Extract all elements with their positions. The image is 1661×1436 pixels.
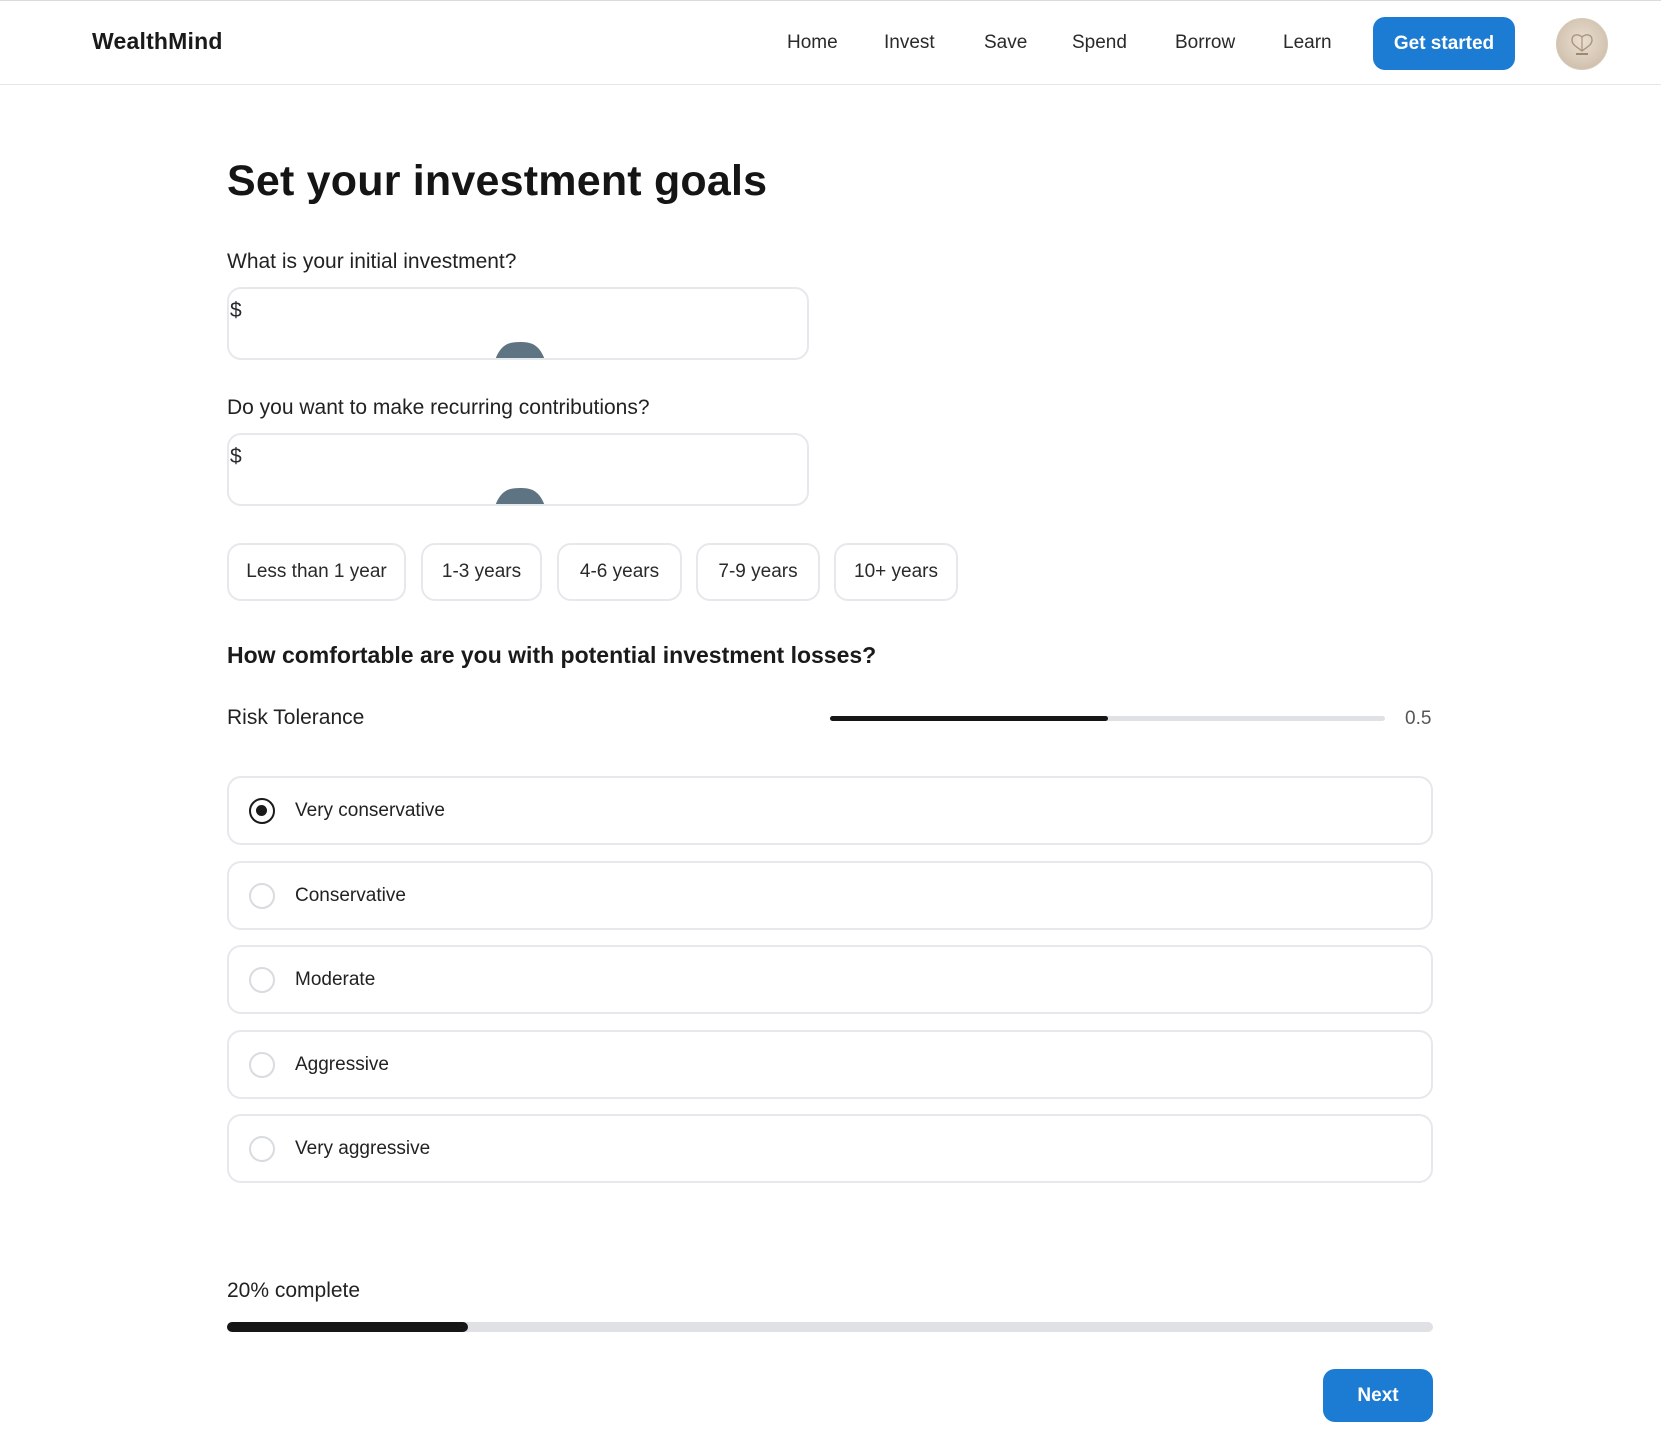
nav-spend[interactable]: Spend: [1072, 32, 1127, 54]
next-button[interactable]: Next: [1323, 1369, 1433, 1422]
slider-handle-icon[interactable]: [495, 340, 545, 360]
top-navigation-bar: WealthMind Home Invest Save Spend Borrow…: [0, 0, 1661, 85]
option-moderate[interactable]: Moderate: [227, 945, 1433, 1014]
horizon-10-plus-years[interactable]: 10+ years: [834, 543, 958, 601]
option-very-aggressive[interactable]: Very aggressive: [227, 1114, 1433, 1183]
nav-learn[interactable]: Learn: [1283, 32, 1332, 54]
option-label: Aggressive: [295, 1054, 389, 1075]
currency-symbol: $: [230, 445, 242, 468]
risk-question-heading: How comfortable are you with potential i…: [227, 642, 877, 668]
currency-symbol: $: [230, 299, 242, 322]
nav-home[interactable]: Home: [787, 32, 838, 54]
radio-button[interactable]: [249, 1052, 275, 1078]
recurring-contributions-field[interactable]: $: [227, 433, 809, 506]
option-label: Very conservative: [295, 800, 445, 821]
horizon-7-9-years[interactable]: 7-9 years: [696, 543, 820, 601]
nav-borrow[interactable]: Borrow: [1175, 32, 1235, 54]
risk-tolerance-fill: [830, 716, 1108, 721]
nav-invest[interactable]: Invest: [884, 32, 935, 54]
initial-investment-label: What is your initial investment?: [227, 250, 517, 273]
radio-button[interactable]: [249, 798, 275, 824]
nav-save[interactable]: Save: [984, 32, 1027, 54]
progress-bar-fill: [227, 1322, 469, 1332]
brand-logo[interactable]: WealthMind: [92, 28, 223, 55]
horizon-1-3-years[interactable]: 1-3 years: [421, 543, 542, 601]
avatar-emblem-icon: [1571, 34, 1593, 55]
option-very-conservative[interactable]: Very conservative: [227, 776, 1433, 845]
risk-tolerance-label: Risk Tolerance: [227, 706, 365, 729]
horizon-4-6-years[interactable]: 4-6 years: [557, 543, 682, 601]
radio-button[interactable]: [249, 883, 275, 909]
horizon-less-than-1-year[interactable]: Less than 1 year: [227, 543, 406, 601]
recurring-contributions-label: Do you want to make recurring contributi…: [227, 396, 650, 419]
option-label: Moderate: [295, 969, 376, 990]
get-started-button[interactable]: Get started: [1373, 17, 1515, 70]
initial-investment-input[interactable]: [253, 293, 793, 333]
risk-tolerance-value: 0.5: [1405, 708, 1432, 729]
initial-investment-field[interactable]: $: [227, 287, 809, 360]
user-avatar-icon[interactable]: [1556, 18, 1608, 70]
option-label: Very aggressive: [295, 1138, 431, 1159]
progress-label: 20% complete: [227, 1279, 361, 1302]
progress-bar: [227, 1322, 1433, 1332]
option-label: Conservative: [295, 885, 406, 906]
risk-tolerance-slider[interactable]: [830, 716, 1385, 721]
option-aggressive[interactable]: Aggressive: [227, 1030, 1433, 1099]
slider-handle-icon[interactable]: [495, 486, 545, 506]
radio-button[interactable]: [249, 1136, 275, 1162]
recurring-contributions-input[interactable]: [253, 439, 793, 479]
radio-button[interactable]: [249, 967, 275, 993]
option-conservative[interactable]: Conservative: [227, 861, 1433, 930]
page-title: Set your investment goals: [227, 157, 768, 205]
